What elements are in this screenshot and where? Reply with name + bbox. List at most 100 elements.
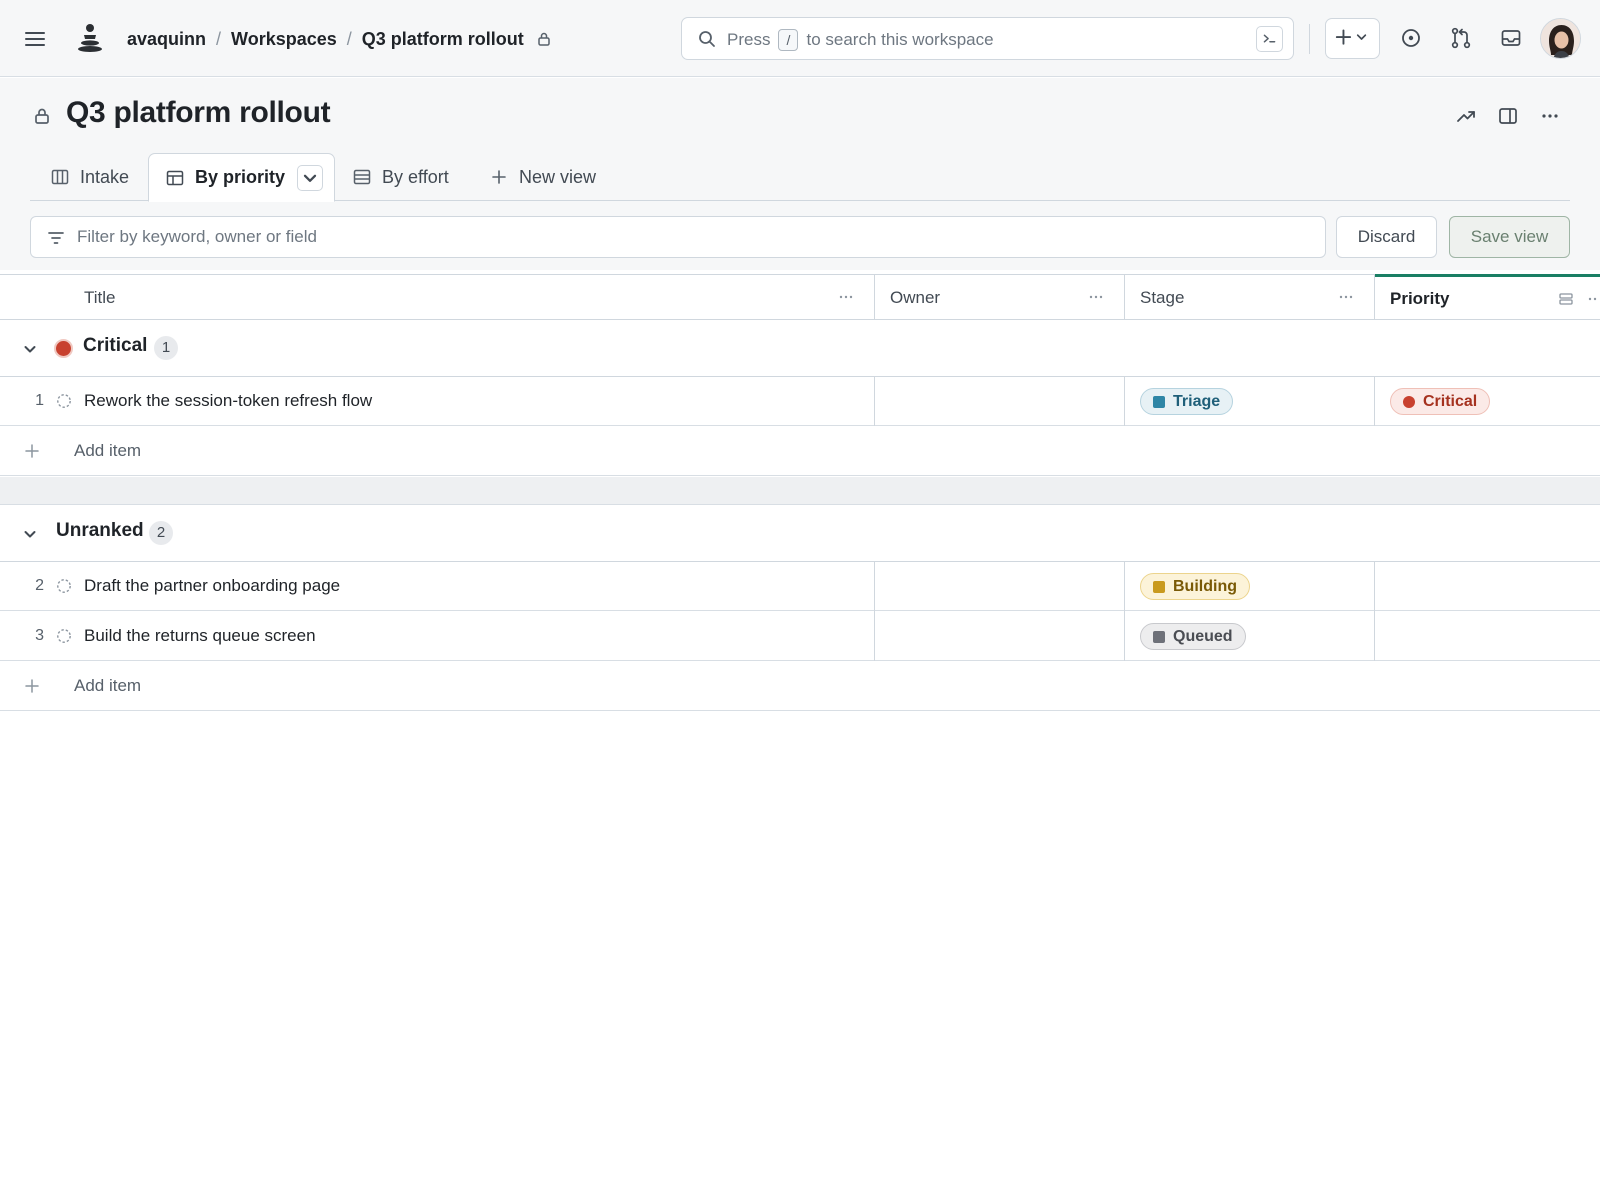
top-bar: avaquinn / Workspaces / Q3 platform roll… xyxy=(0,0,1600,77)
column-menu-icon[interactable] xyxy=(1338,292,1354,302)
plus-icon xyxy=(1335,29,1367,45)
project-lock-icon xyxy=(35,108,49,124)
filter-input[interactable] xyxy=(75,217,1315,257)
column-divider xyxy=(1124,274,1125,320)
tab-by-priority[interactable]: By priority xyxy=(148,153,336,202)
user-avatar[interactable] xyxy=(1540,18,1581,59)
chevron-down-icon[interactable] xyxy=(22,341,38,357)
draft-status-icon[interactable] xyxy=(56,578,72,594)
discard-button[interactable]: Discard xyxy=(1336,216,1437,258)
column-divider xyxy=(1124,377,1125,426)
tab-label: Intake xyxy=(80,166,130,187)
tab-by-effort[interactable]: By effort xyxy=(352,153,449,201)
add-item-label: Add item xyxy=(74,441,142,460)
row-number: 2 xyxy=(35,577,44,594)
create-new-button[interactable] xyxy=(1325,18,1380,59)
add-item-label: Add item xyxy=(74,676,142,695)
stage-badge[interactable]: Triage xyxy=(1140,388,1234,415)
group-name: Unranked xyxy=(56,520,144,541)
item-title[interactable]: Rework the session-token refresh flow xyxy=(84,391,372,411)
table-row[interactable]: 2 Draft the partner onboarding page Buil… xyxy=(0,562,1600,611)
row-number: 3 xyxy=(35,627,44,644)
pull-request-icon[interactable] xyxy=(1449,26,1473,50)
column-menu-icon[interactable] xyxy=(1587,294,1600,304)
breadcrumb-separator: / xyxy=(216,28,222,49)
table-row[interactable]: 3 Build the returns queue screen Queued xyxy=(0,612,1600,661)
column-divider xyxy=(1374,377,1375,426)
breadcrumb-project[interactable]: Q3 platform rollout xyxy=(362,29,524,50)
inbox-icon[interactable] xyxy=(1499,26,1523,50)
breadcrumb-separator: / xyxy=(346,28,352,49)
chevron-down-icon xyxy=(303,174,317,182)
column-header-stage[interactable]: Stage xyxy=(1125,275,1374,320)
item-title[interactable]: Build the returns queue screen xyxy=(84,626,316,646)
table-row[interactable]: 1 Rework the session-token refresh flow … xyxy=(0,377,1600,426)
stage-color-icon xyxy=(1153,580,1165,593)
column-header-priority[interactable]: Priority xyxy=(1375,274,1600,320)
search-shortcut-key: / xyxy=(778,29,799,51)
group-header-critical[interactable]: Critical 1 xyxy=(0,320,1600,377)
plus-icon xyxy=(25,679,39,693)
column-label: Priority xyxy=(1390,288,1450,308)
search-press-text: Press xyxy=(727,30,771,49)
view-options-dropdown[interactable] xyxy=(297,164,324,191)
search-icon xyxy=(699,31,715,47)
group-count-badge: 2 xyxy=(149,521,173,545)
stage-label: Triage xyxy=(1173,392,1221,410)
column-divider xyxy=(874,562,875,661)
priority-badge[interactable]: Critical xyxy=(1390,388,1491,415)
plus-icon xyxy=(492,170,506,184)
column-divider xyxy=(1124,562,1125,661)
item-title[interactable]: Draft the partner onboarding page xyxy=(84,576,340,596)
issues-icon[interactable] xyxy=(1399,26,1423,50)
group-by-icon[interactable] xyxy=(1558,291,1574,307)
workspace-search[interactable]: Press / to search this workspace xyxy=(681,17,1294,60)
column-divider xyxy=(1374,274,1375,320)
add-item-row[interactable]: Add item xyxy=(0,662,1600,711)
filter-icon xyxy=(48,232,64,244)
page-title: Q3 platform rollout xyxy=(66,96,331,129)
column-divider xyxy=(874,274,875,320)
side-panel-icon[interactable] xyxy=(1496,104,1520,128)
stage-color-icon xyxy=(1153,395,1165,408)
column-divider xyxy=(1374,562,1375,661)
table-icon xyxy=(166,170,184,185)
board-icon xyxy=(51,169,69,185)
draft-status-icon[interactable] xyxy=(56,393,72,409)
tab-label: New view xyxy=(519,166,597,187)
breadcrumb: avaquinn / Workspaces / Q3 platform roll… xyxy=(127,26,552,52)
draft-status-icon[interactable] xyxy=(56,628,72,644)
more-options-icon[interactable] xyxy=(1538,104,1562,128)
group-header-unranked[interactable]: Unranked 2 xyxy=(0,505,1600,562)
hamburger-menu-icon[interactable] xyxy=(22,26,48,52)
insights-chart-icon[interactable] xyxy=(1454,104,1478,128)
priority-label: Critical xyxy=(1423,392,1478,410)
tab-intake[interactable]: Intake xyxy=(50,153,156,201)
column-header-owner[interactable]: Owner xyxy=(875,275,1124,320)
breadcrumb-owner[interactable]: avaquinn xyxy=(127,29,206,50)
tab-label: By effort xyxy=(382,166,449,187)
filter-bar xyxy=(30,216,1326,258)
column-menu-icon[interactable] xyxy=(1088,292,1104,302)
row-number: 1 xyxy=(35,392,44,409)
terminal-icon xyxy=(1263,34,1276,43)
chevron-down-icon[interactable] xyxy=(22,526,38,542)
toolbar-divider xyxy=(1309,24,1310,54)
breadcrumb-section[interactable]: Workspaces xyxy=(231,29,337,50)
column-header-title[interactable]: Title xyxy=(0,275,874,320)
stage-badge[interactable]: Building xyxy=(1140,573,1250,600)
search-placeholder: Press / to search this workspace xyxy=(727,29,994,51)
tab-new-view[interactable]: New view xyxy=(489,153,596,201)
group-spacer xyxy=(0,477,1600,505)
column-label: Title xyxy=(84,287,116,307)
add-item-row[interactable]: Add item xyxy=(0,427,1600,476)
column-label: Stage xyxy=(1140,287,1185,307)
group-name: Critical xyxy=(83,335,148,356)
workspace-logo-icon[interactable] xyxy=(76,22,104,54)
avatar-icon xyxy=(1541,19,1580,58)
save-view-button[interactable]: Save view xyxy=(1449,216,1570,258)
column-menu-icon[interactable] xyxy=(838,292,854,302)
stage-badge[interactable]: Queued xyxy=(1140,623,1246,650)
command-palette-button[interactable] xyxy=(1256,26,1283,52)
search-suffix-text: to search this workspace xyxy=(806,30,994,49)
